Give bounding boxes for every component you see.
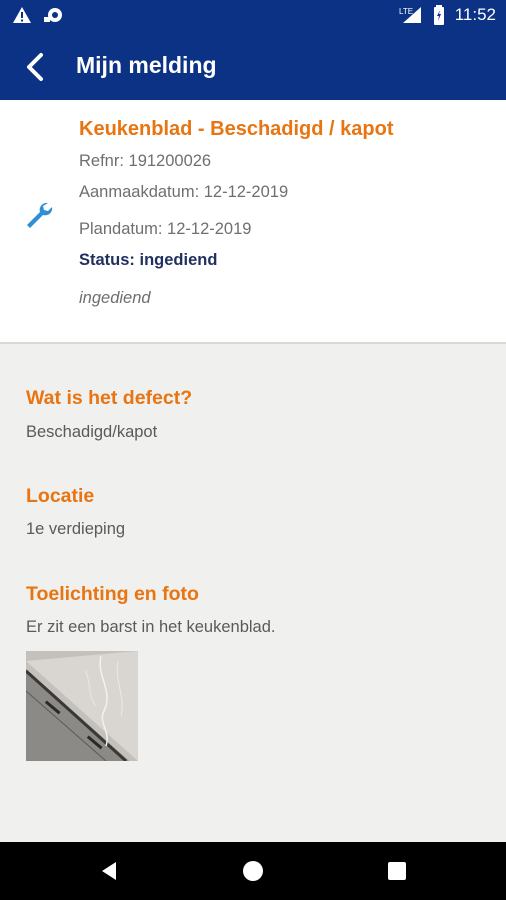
clock: 11:52: [454, 5, 496, 24]
status-text: Status: ingediend: [79, 251, 218, 269]
warning-icon: [13, 7, 31, 23]
recents-square-icon[interactable]: [386, 860, 408, 882]
system-navigation-bar: [0, 842, 506, 900]
photo-thumbnail[interactable]: [26, 651, 138, 761]
page-title: Mijn melding: [76, 52, 217, 78]
app-bar: Mijn melding: [0, 33, 506, 100]
defect-heading: Wat is het defect?: [26, 387, 193, 409]
report-title: Keukenblad - Beschadigd / kapot: [79, 118, 394, 140]
chevron-left-icon[interactable]: [20, 51, 52, 83]
creation-date: Aanmaakdatum: 12-12-2019: [79, 183, 289, 201]
location-heading: Locatie: [26, 485, 95, 507]
status-bar: LTE 11:52: [0, 0, 506, 33]
battery-icon: [433, 5, 444, 25]
back-triangle-icon[interactable]: [99, 860, 121, 882]
location-value: 1e verdieping: [26, 520, 126, 538]
network-label: LTE: [399, 7, 413, 16]
explanation-value: Er zit een barst in het keukenblad.: [26, 618, 276, 636]
signal-icon: LTE: [399, 7, 421, 23]
reference-number: Refnr: 191200026: [79, 152, 212, 170]
wrench-icon: [27, 202, 53, 228]
cast-icon: [44, 8, 62, 22]
status-note: ingediend: [79, 289, 151, 307]
photo-image: [26, 651, 138, 761]
defect-value: Beschadigd/kapot: [26, 423, 158, 441]
planned-date: Plandatum: 12-12-2019: [79, 220, 252, 238]
home-circle-icon[interactable]: [242, 860, 264, 882]
explanation-heading: Toelichting en foto: [26, 583, 199, 605]
